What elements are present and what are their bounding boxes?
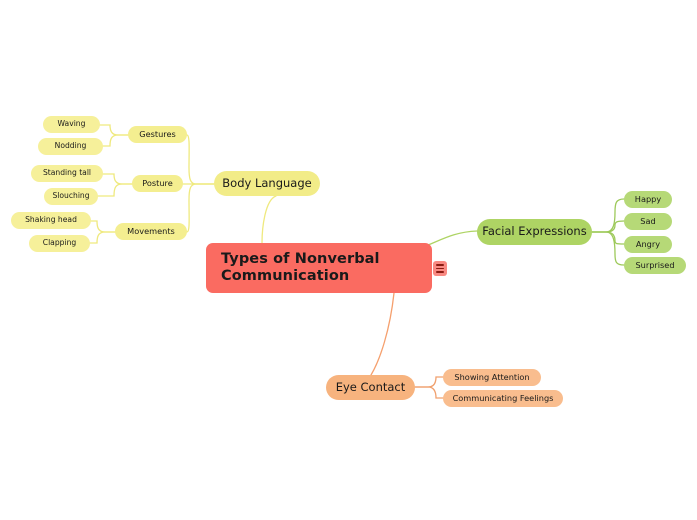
root-to-eye-contact [370, 292, 395, 376]
branch-node-facial-expressions[interactable]: Facial Expressions [477, 219, 592, 245]
root-node-label: Types of Nonverbal Communication [221, 251, 380, 285]
leaf-node-standing-tall[interactable]: Standing tall [31, 165, 103, 182]
mindmap-canvas: Types of Nonverbal Communication Body Lang… [0, 0, 697, 520]
leaf-node-nodding[interactable]: Nodding [38, 138, 103, 155]
posture-to-slouching [97, 183, 133, 197]
movements-to-shaking-head [90, 220, 116, 233]
movements-to-clapping [89, 231, 116, 244]
subtopic-node-surprised[interactable]: Surprised [624, 257, 686, 274]
gestures-to-waving [99, 124, 129, 136]
hamburger-bar [436, 271, 444, 273]
body-language-to-movements [186, 183, 215, 233]
root-node[interactable]: Types of Nonverbal Communication [206, 243, 432, 293]
eye-contact-to-communicating [414, 386, 444, 399]
facial-to-happy [591, 198, 625, 233]
subtopic-node-sad[interactable]: Sad [624, 213, 672, 230]
leaf-node-slouching[interactable]: Slouching [44, 188, 98, 205]
subtopic-node-movements[interactable]: Movements [115, 223, 187, 240]
root-node-label-line1: Types of Nonverbal [221, 250, 380, 267]
subtopic-node-posture[interactable]: Posture [132, 175, 183, 192]
leaf-node-waving[interactable]: Waving [43, 116, 100, 133]
hamburger-bar [436, 267, 444, 270]
body-language-to-gestures [186, 134, 215, 185]
leaf-node-shaking-head[interactable]: Shaking head [11, 212, 91, 229]
branch-node-body-language[interactable]: Body Language [214, 171, 320, 196]
facial-to-sad [591, 220, 625, 233]
branch-node-eye-contact[interactable]: Eye Contact [326, 375, 415, 400]
leaf-node-clapping[interactable]: Clapping [29, 235, 90, 252]
eye-contact-to-showing [414, 376, 444, 388]
gestures-to-nodding [102, 134, 129, 147]
hamburger-bar [436, 264, 444, 266]
subtopic-node-communicating-feelings[interactable]: Communicating Feelings [443, 390, 563, 407]
posture-to-standing-tall [102, 173, 133, 185]
facial-to-angry [591, 231, 625, 245]
subtopic-node-angry[interactable]: Angry [624, 236, 672, 253]
facial-to-surprised [591, 231, 625, 266]
root-node-label-line2: Communication [221, 268, 350, 284]
subtopic-node-happy[interactable]: Happy [624, 191, 672, 208]
hamburger-menu-icon[interactable] [433, 261, 447, 276]
root-to-body-language [261, 195, 277, 244]
subtopic-node-gestures[interactable]: Gestures [128, 126, 187, 143]
subtopic-node-showing-attention[interactable]: Showing Attention [443, 369, 541, 386]
